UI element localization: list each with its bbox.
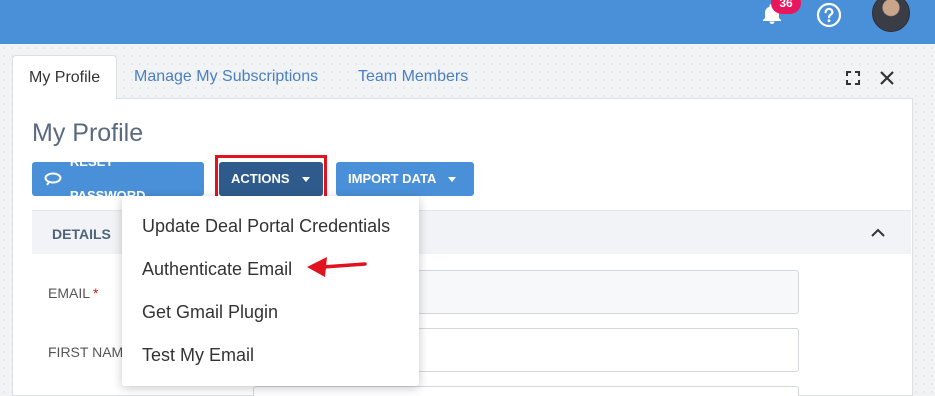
tab-team-members[interactable]: Team Members xyxy=(342,55,484,99)
key-loop-icon xyxy=(44,172,62,186)
first-name-label: FIRST NAM xyxy=(48,344,124,360)
tab-manage-my-subscriptions[interactable]: Manage My Subscriptions xyxy=(118,55,334,99)
avatar[interactable] xyxy=(872,0,910,32)
top-bar: 36 xyxy=(0,0,935,44)
fullscreen-icon[interactable] xyxy=(844,69,862,87)
tab-my-profile[interactable]: My Profile xyxy=(12,55,118,99)
tab-bar: My Profile Manage My Subscriptions Team … xyxy=(12,55,913,99)
annotation-arrow-icon xyxy=(307,257,367,277)
menu-item-get-gmail-plugin[interactable]: Get Gmail Plugin xyxy=(122,291,419,334)
import-data-label: IMPORT DATA xyxy=(348,171,437,186)
next-row xyxy=(32,386,911,396)
annotation-highlight-box xyxy=(215,155,327,201)
menu-item-test-my-email[interactable]: Test My Email xyxy=(122,334,419,377)
import-data-button[interactable]: IMPORT DATA xyxy=(336,162,474,196)
close-icon[interactable] xyxy=(878,69,896,87)
email-label: EMAIL * xyxy=(48,285,99,301)
details-label: DETAILS xyxy=(52,226,111,242)
menu-item-update-deal-portal-credentials[interactable]: Update Deal Portal Credentials xyxy=(122,205,419,248)
page-title: My Profile xyxy=(32,119,144,147)
caret-down-icon xyxy=(448,176,457,182)
chevron-up-icon[interactable] xyxy=(869,224,887,242)
reset-password-button[interactable]: RESET PASSWORD xyxy=(32,154,204,203)
menu-item-authenticate-email[interactable]: Authenticate Email xyxy=(122,248,419,291)
help-icon[interactable] xyxy=(816,2,842,28)
next-field[interactable] xyxy=(253,386,799,396)
notification-badge[interactable]: 36 xyxy=(771,0,801,14)
actions-dropdown-menu: Update Deal Portal Credentials Authentic… xyxy=(122,196,419,386)
